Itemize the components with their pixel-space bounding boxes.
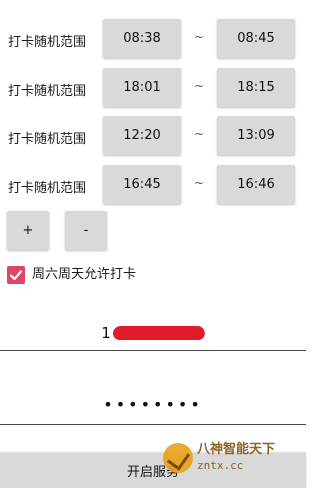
range-separator: ~ bbox=[194, 176, 205, 190]
end-time-button[interactable]: 08:45 bbox=[217, 19, 295, 58]
account-field[interactable]: 1 bbox=[0, 313, 306, 353]
schedule-row-label: 打卡随机范围 bbox=[8, 132, 87, 147]
account-field-underline bbox=[0, 350, 306, 351]
weekend-checkbox[interactable] bbox=[7, 266, 25, 284]
remove-range-button[interactable]: - bbox=[65, 211, 107, 250]
start-time-button[interactable]: 08:38 bbox=[103, 19, 181, 58]
add-range-button[interactable]: + bbox=[7, 211, 49, 250]
password-field[interactable]: •••••••• bbox=[0, 384, 306, 424]
watermark: 八神智能天下 zntx.cc bbox=[163, 436, 306, 480]
redaction-mark bbox=[111, 326, 206, 340]
schedule-row-4: 打卡随机范围 16:45 ~ 16:46 bbox=[0, 161, 306, 217]
schedule-row-label: 打卡随机范围 bbox=[8, 35, 87, 50]
start-time-button[interactable]: 18:01 bbox=[103, 68, 181, 107]
watermark-title: 八神智能天下 bbox=[197, 442, 276, 457]
range-separator: ~ bbox=[194, 30, 205, 44]
start-time-button[interactable]: 16:45 bbox=[103, 165, 181, 204]
watermark-url: zntx.cc bbox=[197, 459, 244, 472]
start-time-button[interactable]: 12:20 bbox=[103, 116, 181, 155]
weekend-checkbox-label: 周六周天允许打卡 bbox=[32, 267, 137, 282]
end-time-button[interactable]: 16:46 bbox=[217, 165, 295, 204]
range-separator: ~ bbox=[194, 127, 205, 141]
watermark-logo-icon bbox=[163, 443, 193, 473]
schedule-row-label: 打卡随机范围 bbox=[8, 84, 87, 99]
schedule-row-3: 打卡随机范围 12:20 ~ 13:09 bbox=[0, 112, 306, 168]
schedule-row-1: 打卡随机范围 08:38 ~ 08:45 bbox=[0, 15, 306, 71]
end-time-button[interactable]: 13:09 bbox=[217, 116, 295, 155]
account-value: 1 bbox=[101, 324, 111, 342]
password-value: •••••••• bbox=[103, 394, 203, 414]
password-field-underline bbox=[0, 424, 306, 425]
checkmark-icon bbox=[9, 270, 23, 281]
end-time-button[interactable]: 18:15 bbox=[217, 68, 295, 107]
range-separator: ~ bbox=[194, 79, 205, 93]
schedule-row-label: 打卡随机范围 bbox=[8, 181, 87, 196]
